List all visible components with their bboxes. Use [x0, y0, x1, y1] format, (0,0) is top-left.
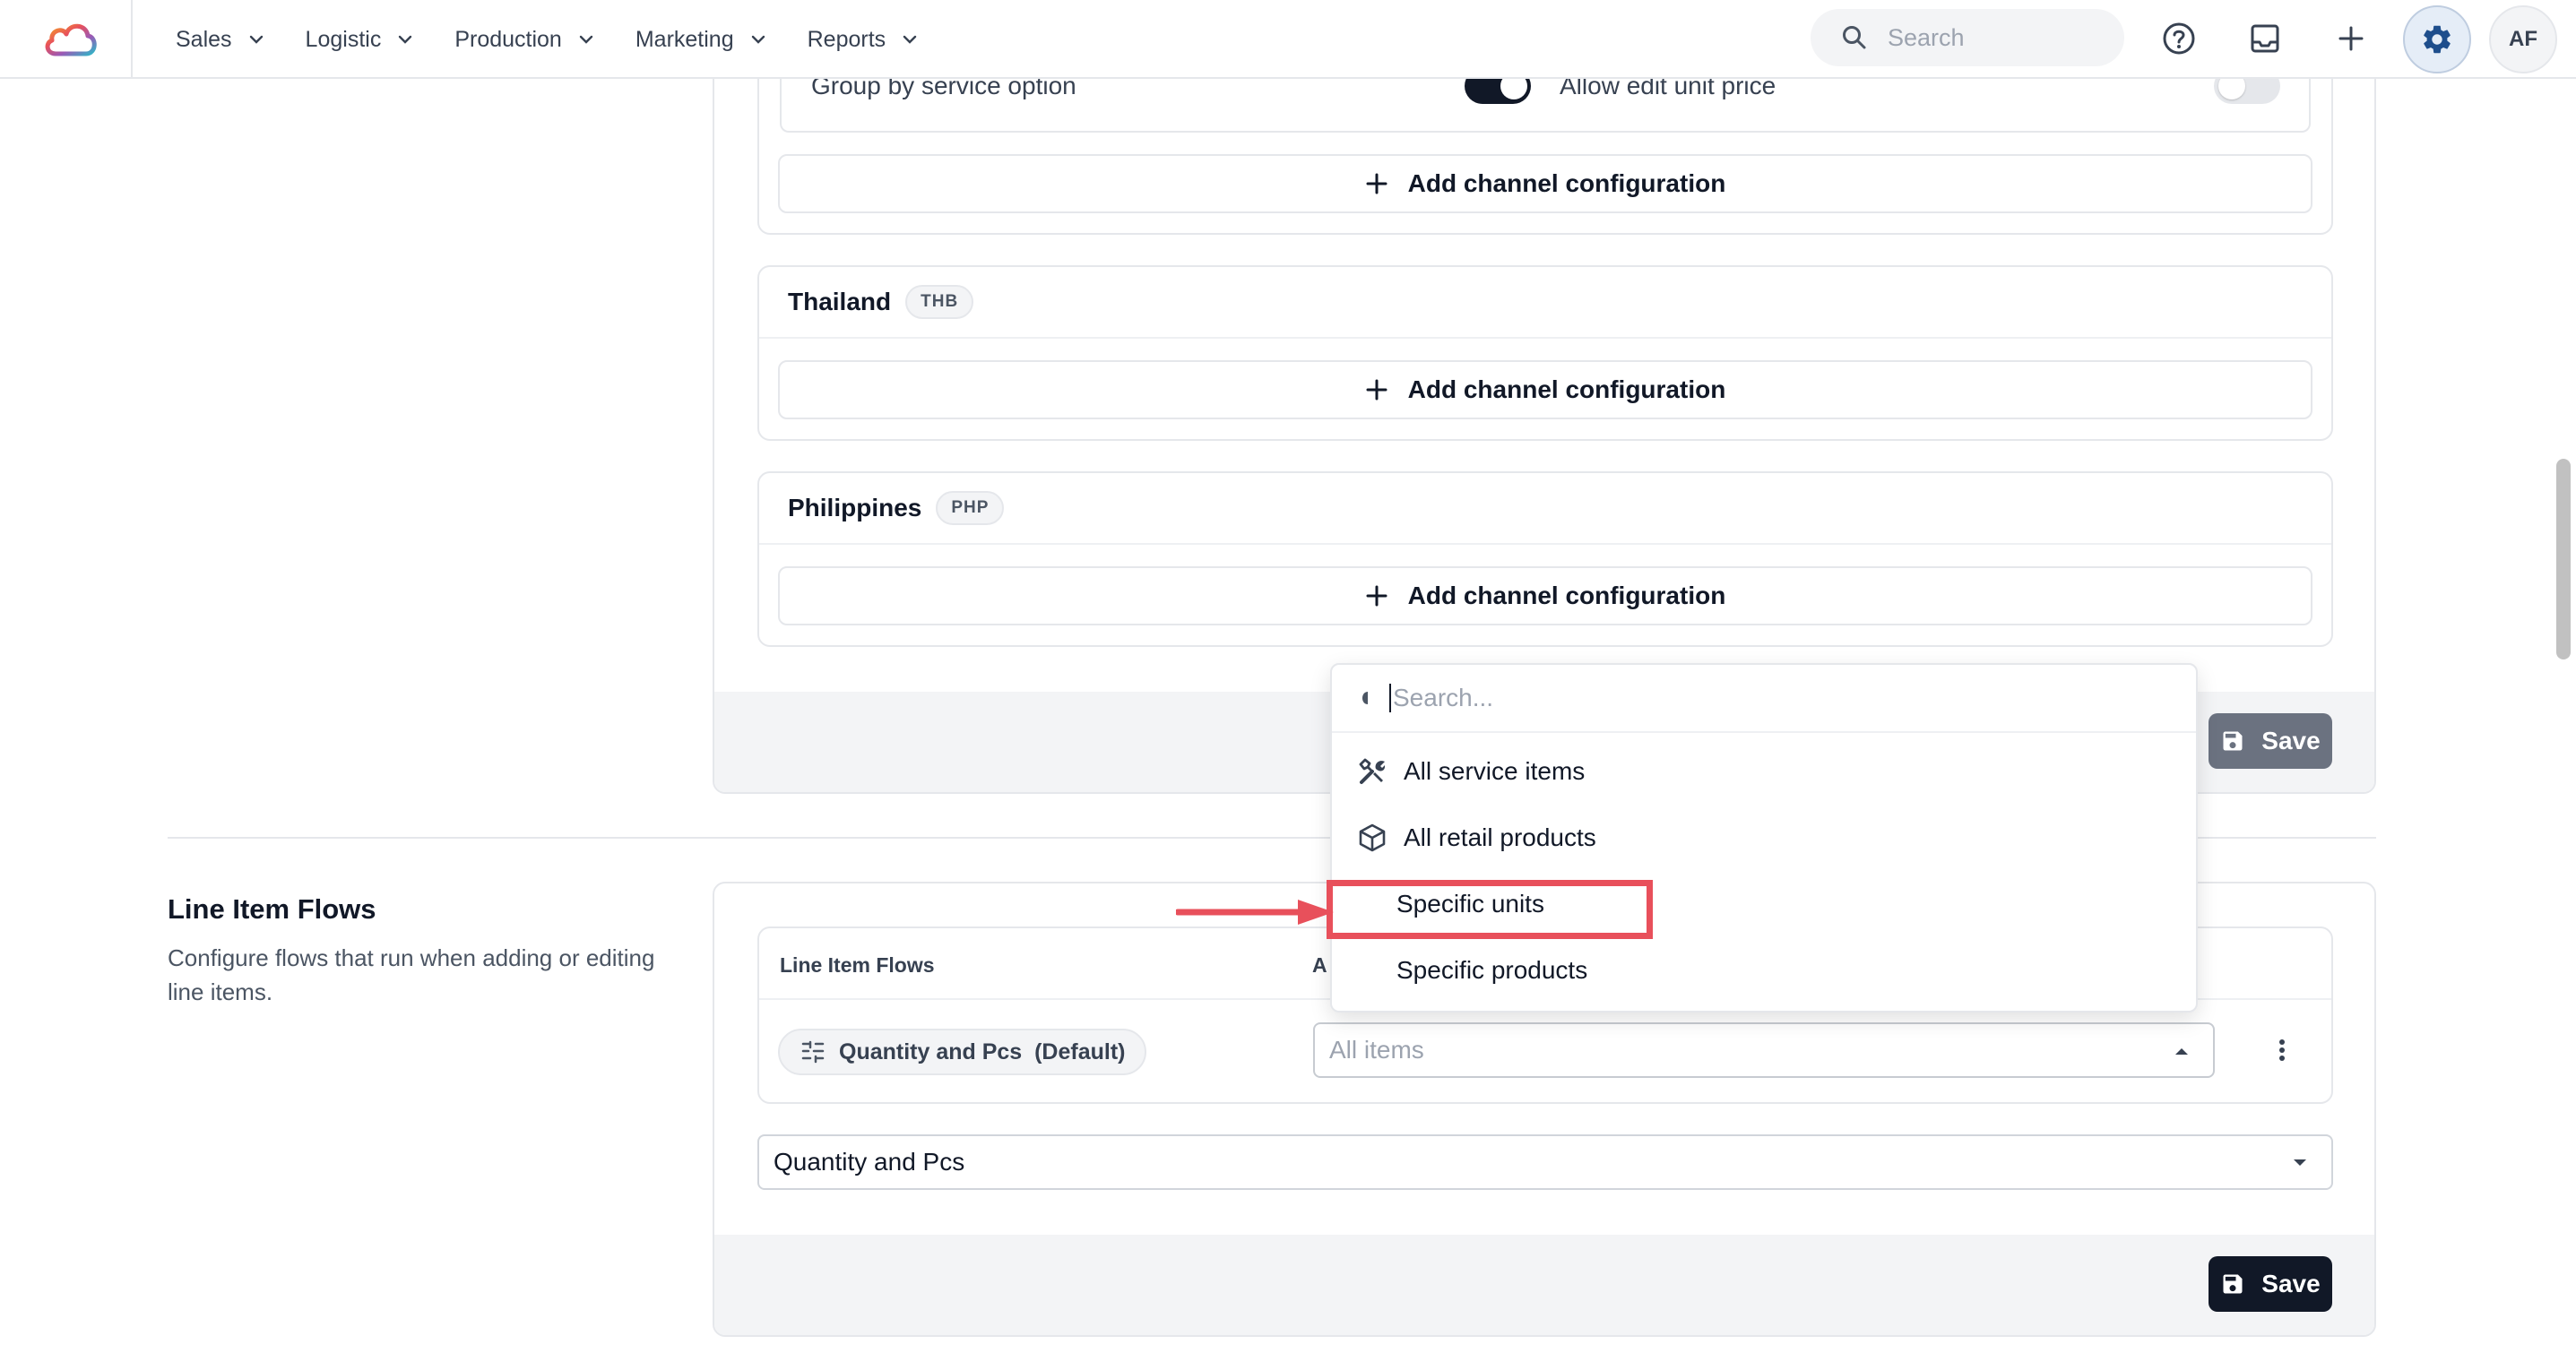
floppy-disk-icon [2223, 1274, 2243, 1294]
add-channel-button[interactable]: Add channel configuration [778, 566, 2312, 625]
section-title: Line Item Flows [168, 893, 376, 925]
global-search-input[interactable] [1888, 23, 2085, 52]
region-name: Thailand [788, 288, 892, 315]
nav-item-label: Sales [176, 26, 232, 52]
add-channel-button[interactable]: Add channel configuration [778, 154, 2312, 213]
tools-icon [1355, 754, 1389, 789]
nav-item-label: Marketing [635, 26, 734, 52]
nav-item-production[interactable]: Production [454, 27, 596, 53]
option-label: All service items [1404, 757, 1586, 785]
flow-select[interactable]: Quantity and Pcs [757, 1134, 2333, 1190]
chevron-down-icon [249, 35, 263, 44]
page-scrollbar[interactable] [2556, 459, 2571, 659]
region-header-philippines: Philippines PHP [788, 491, 1005, 525]
applies-to-dropdown: All service items All retail products Sp… [1330, 663, 2198, 1013]
currency-badge: PHP [936, 491, 1005, 525]
flows-card-footer [714, 1235, 2374, 1335]
help-icon[interactable] [2160, 20, 2198, 57]
column-header-flows: Line Item Flows [780, 953, 935, 977]
global-search[interactable] [1811, 9, 2124, 66]
flow-chip: Quantity and Pcs (Default) [778, 1029, 1147, 1075]
save-label: Save [2261, 727, 2321, 754]
settings-button[interactable] [2403, 5, 2471, 73]
region-divider [759, 337, 2331, 339]
nav-item-logistic[interactable]: Logistic [306, 27, 416, 53]
save-button[interactable]: Save [2209, 713, 2332, 769]
applies-to-placeholder: All items [1329, 1036, 1424, 1064]
section-description: Configure flows that run when adding or … [168, 944, 655, 1005]
plus-icon [1366, 585, 1387, 607]
caret-down-icon [2294, 1159, 2306, 1166]
chevron-down-icon [579, 35, 593, 44]
option-specific-products[interactable]: Specific products [1332, 941, 2196, 1000]
save-label: Save [2261, 1270, 2321, 1297]
logo-divider [131, 0, 133, 79]
nav-item-reports[interactable]: Reports [808, 27, 921, 53]
save-button[interactable]: Save [2209, 1256, 2332, 1312]
plus-icon[interactable] [2332, 20, 2370, 57]
flow-name: Quantity and Pcs (Default) [839, 1038, 1126, 1064]
box-icon [1355, 821, 1389, 855]
main-nav: Sales Logistic Production Marketing Repo… [176, 0, 959, 79]
search-icon [1843, 26, 1866, 49]
plus-icon [1366, 173, 1387, 194]
dropdown-search-input[interactable] [1389, 684, 2106, 712]
option-all-service-items[interactable]: All service items [1332, 742, 2196, 801]
flow-select-value: Quantity and Pcs [774, 1148, 965, 1176]
region-divider [759, 543, 2331, 545]
add-channel-label: Add channel configuration [1407, 169, 1726, 197]
add-channel-button[interactable]: Add channel configuration [778, 360, 2312, 419]
nav-item-marketing[interactable]: Marketing [635, 27, 768, 53]
inbox-icon[interactable] [2246, 20, 2284, 57]
plus-icon [1366, 379, 1387, 401]
top-navigation-bar: Sales Logistic Production Marketing Repo… [0, 0, 2576, 79]
region-name: Philippines [788, 494, 922, 521]
annotation-arrow-icon [1176, 900, 1334, 925]
option-label: All retail products [1404, 823, 1596, 851]
region-header-thailand: Thailand THB [788, 285, 974, 319]
flow-icon [801, 1040, 825, 1064]
chevron-down-icon [903, 35, 917, 44]
nav-item-sales[interactable]: Sales [176, 27, 266, 53]
row-more-icon[interactable] [2273, 1034, 2291, 1066]
add-channel-label: Add channel configuration [1407, 375, 1726, 403]
add-channel-label: Add channel configuration [1407, 582, 1726, 609]
chevron-down-icon [751, 35, 765, 44]
nav-item-label: Production [454, 26, 562, 52]
search-icon [1362, 692, 1368, 704]
gear-icon [2424, 25, 2451, 54]
caret-up-icon [2175, 1048, 2188, 1055]
app-logo-icon[interactable] [41, 13, 100, 65]
nav-item-label: Reports [807, 26, 886, 52]
chevron-down-icon [399, 35, 412, 44]
currency-badge: THB [905, 285, 974, 319]
applies-to-select[interactable]: All items [1313, 1022, 2215, 1078]
dropdown-search [1332, 665, 2196, 733]
floppy-disk-icon [2223, 731, 2243, 751]
annotation-highlight-box [1327, 880, 1653, 939]
option-label: Specific products [1396, 956, 1588, 984]
user-avatar[interactable]: AF [2489, 5, 2557, 73]
column-header-applies: A [1312, 953, 1327, 977]
nav-item-label: Logistic [305, 26, 382, 52]
option-all-retail-products[interactable]: All retail products [1332, 808, 2196, 867]
